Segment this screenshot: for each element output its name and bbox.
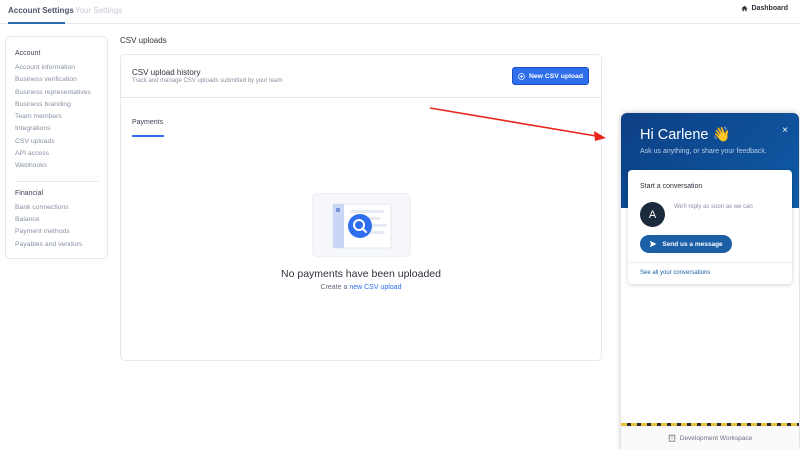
active-tab-indicator bbox=[8, 22, 65, 24]
sidebar-item-webhooks[interactable]: Webhooks bbox=[15, 160, 98, 172]
send-message-button[interactable]: Send us a message bbox=[640, 235, 732, 253]
sidebar-divider bbox=[15, 180, 98, 182]
card-subtitle: Track and manage CSV uploads submitted b… bbox=[132, 78, 283, 84]
sidebar-item-payables-and-vendors[interactable]: Payables and vendors bbox=[15, 239, 98, 251]
sidebar-item-api-access[interactable]: API access bbox=[15, 148, 98, 160]
home-icon bbox=[741, 5, 749, 12]
tab-account-settings[interactable]: Account Settings bbox=[8, 6, 74, 15]
csv-upload-card: CSV upload history Track and manage CSV … bbox=[120, 54, 602, 361]
new-csv-upload-link[interactable]: new CSV upload bbox=[349, 284, 401, 291]
chat-greeting: Hi Carlene 👋 bbox=[640, 127, 731, 143]
tab-payments[interactable]: Payments bbox=[132, 119, 163, 126]
dashboard-link[interactable]: Dashboard bbox=[741, 5, 788, 12]
sidebar-item-payment-methods[interactable]: Payment methods bbox=[15, 226, 98, 238]
reply-time-note: We'll reply as soon as we can bbox=[674, 204, 753, 210]
sidebar-item-csv-uploads[interactable]: CSV uploads bbox=[15, 136, 98, 148]
payments-tab-indicator bbox=[132, 135, 164, 137]
start-conversation-card: Start a conversation A We'll reply as so… bbox=[628, 170, 792, 284]
settings-sidebar: Account Account information Business ver… bbox=[5, 36, 108, 259]
avatar: A bbox=[640, 202, 665, 227]
send-message-label: Send us a message bbox=[662, 240, 723, 248]
new-csv-upload-label: New CSV upload bbox=[528, 72, 583, 80]
new-csv-upload-button[interactable]: New CSV upload bbox=[512, 67, 589, 85]
conversation-title: Start a conversation bbox=[640, 183, 703, 190]
sidebar-item-business-verification[interactable]: Business verification bbox=[15, 74, 98, 86]
empty-state-illustration bbox=[312, 193, 411, 257]
sidebar-item-business-branding[interactable]: Business branding bbox=[15, 99, 98, 111]
card-title: CSV upload history bbox=[132, 68, 201, 77]
plus-circle-icon bbox=[518, 72, 525, 80]
sidebar-heading-account: Account bbox=[15, 50, 41, 57]
empty-state-title: No payments have been uploaded bbox=[281, 268, 441, 280]
top-nav: Account Settings Your Settings Dashboard bbox=[0, 0, 800, 24]
chat-subtitle: Ask us anything, or share your feedback. bbox=[640, 148, 767, 155]
sidebar-item-integrations[interactable]: Integrations bbox=[15, 123, 98, 135]
dev-workspace-bar: Development Workspace bbox=[621, 426, 799, 450]
sidebar-item-balance[interactable]: Balance bbox=[15, 214, 98, 226]
page-title: CSV uploads bbox=[120, 36, 167, 45]
sidebar-heading-financial: Financial bbox=[15, 189, 44, 197]
see-all-conversations-link[interactable]: See all your conversations bbox=[640, 270, 710, 276]
dev-workspace-label: Development Workspace bbox=[679, 434, 753, 442]
send-icon bbox=[650, 240, 657, 248]
sidebar-item-team-members[interactable]: Team members bbox=[15, 111, 98, 123]
empty-state-subtitle: Create a new CSV upload bbox=[121, 284, 601, 291]
tab-your-settings[interactable]: Your Settings bbox=[75, 6, 122, 15]
support-chat-widget: Hi Carlene 👋 × Ask us anything, or share… bbox=[621, 113, 799, 450]
close-icon[interactable]: × bbox=[782, 125, 788, 136]
search-document-icon bbox=[332, 203, 392, 249]
sidebar-item-account-information[interactable]: Account information bbox=[15, 62, 98, 74]
empty-state-prefix: Create a bbox=[320, 284, 350, 291]
conversation-divider bbox=[628, 262, 792, 263]
sidebar-item-business-representatives[interactable]: Business representatives bbox=[15, 87, 98, 99]
card-header: CSV upload history Track and manage CSV … bbox=[121, 55, 601, 98]
building-icon bbox=[668, 434, 675, 442]
dashboard-label: Dashboard bbox=[751, 5, 788, 12]
sidebar-item-bank-connections[interactable]: Bank connections bbox=[15, 202, 98, 214]
